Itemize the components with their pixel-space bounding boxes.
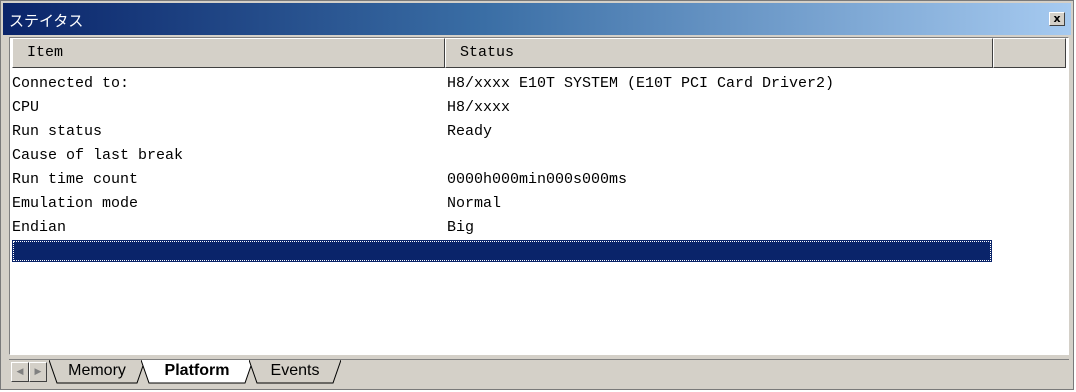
tab-label: Memory bbox=[68, 362, 126, 379]
row-status: H8/xxxx E10T SYSTEM (E10T PCI Card Drive… bbox=[447, 75, 835, 92]
window-title: ステイタス bbox=[9, 12, 84, 30]
row-item: CPU bbox=[12, 99, 40, 116]
tab-memory[interactable]: Memory bbox=[49, 360, 145, 384]
row-item: Emulation mode bbox=[12, 195, 139, 212]
row-status: Big bbox=[447, 219, 475, 236]
empty-selected-row[interactable] bbox=[12, 240, 992, 262]
row-item: Run status bbox=[12, 123, 103, 140]
row-status: Ready bbox=[447, 123, 493, 140]
table-row[interactable]: Run time count 0000h000min000s000ms bbox=[10, 168, 1068, 192]
row-status: H8/xxxx bbox=[447, 99, 511, 116]
close-button[interactable]: x bbox=[1049, 12, 1065, 26]
title-bar[interactable]: ステイタス x bbox=[3, 3, 1071, 35]
tab-events[interactable]: Events bbox=[249, 360, 341, 384]
tab-label: Platform bbox=[164, 362, 230, 379]
tab-label: Events bbox=[270, 362, 320, 379]
table-row[interactable]: Connected to: H8/xxxx E10T SYSTEM (E10T … bbox=[10, 72, 1068, 96]
row-item: Run time count bbox=[12, 171, 139, 188]
status-window: ステイタス x Item Status Connected to: H8/xxx… bbox=[0, 0, 1074, 390]
tab-scroll-left-button[interactable]: ◀ bbox=[11, 362, 29, 382]
row-item: Cause of last break bbox=[12, 147, 184, 164]
column-header-status[interactable]: Status bbox=[445, 38, 993, 68]
column-header-item[interactable]: Item bbox=[12, 38, 445, 68]
table-row[interactable]: CPU H8/xxxx bbox=[10, 96, 1068, 120]
table-header: Item Status bbox=[10, 38, 1068, 70]
tab-platform[interactable]: Platform bbox=[141, 360, 253, 384]
arrow-right-icon: ▶ bbox=[34, 367, 42, 377]
row-item: Endian bbox=[12, 219, 67, 236]
column-header-filler bbox=[993, 38, 1066, 68]
tab-scroll-right-button[interactable]: ▶ bbox=[29, 362, 47, 382]
status-table: Item Status Connected to: H8/xxxx E10T S… bbox=[9, 37, 1069, 355]
tab-bar: ◀ ▶ Memory Platform Events bbox=[9, 359, 1069, 385]
row-status: 0000h000min000s000ms bbox=[447, 171, 628, 188]
table-row[interactable]: Cause of last break bbox=[10, 144, 1068, 168]
table-row[interactable]: Emulation mode Normal bbox=[10, 192, 1068, 216]
row-status: Normal bbox=[447, 195, 502, 212]
table-body: Connected to: H8/xxxx E10T SYSTEM (E10T … bbox=[10, 72, 1068, 240]
table-row[interactable]: Run status Ready bbox=[10, 120, 1068, 144]
row-item: Connected to: bbox=[12, 75, 130, 92]
close-icon: x bbox=[1053, 12, 1061, 25]
arrow-left-icon: ◀ bbox=[16, 367, 24, 377]
table-row[interactable]: Endian Big bbox=[10, 216, 1068, 240]
